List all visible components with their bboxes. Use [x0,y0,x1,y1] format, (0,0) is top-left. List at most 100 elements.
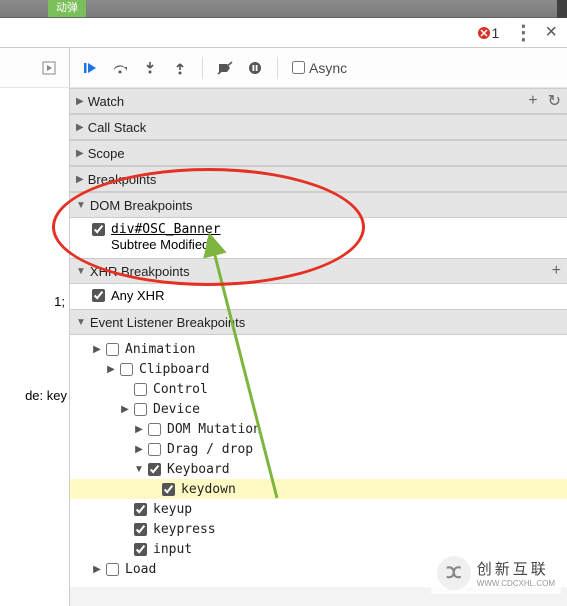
close-icon[interactable]: × [545,21,557,44]
async-label: Async [309,60,347,76]
dom-bp-checkbox[interactable] [92,223,105,236]
event-checkbox[interactable] [134,403,147,416]
error-icon[interactable] [478,27,490,39]
step-over-icon[interactable] [108,56,132,80]
event-checkbox[interactable] [162,483,175,496]
execution-icon[interactable] [37,56,61,80]
chevron-right-icon[interactable]: ▶ [92,564,102,575]
deactivate-breakpoints-icon[interactable] [213,56,237,80]
event-checkbox[interactable] [134,503,147,516]
chevron-right-icon: ▶ [76,122,84,133]
event-checkbox[interactable] [106,343,119,356]
chevron-right-icon[interactable]: ▶ [106,364,116,375]
chevron-down-icon: ▼ [76,200,86,211]
async-checkbox[interactable]: Async [292,60,347,76]
chevron-right-icon: ▶ [76,148,84,159]
event-checkbox[interactable] [106,563,119,576]
event-label: input [153,542,192,557]
event-label: keydown [181,482,236,497]
event-label: Animation [125,342,195,357]
xhr-breakpoints-body: Any XHR [70,284,567,309]
chevron-down-icon[interactable]: ▼ [134,464,144,475]
event-tree-row[interactable]: ▶DOM Mutation [70,419,567,439]
chevron-down-icon: ▼ [76,317,86,328]
section-label: Breakpoints [88,172,157,187]
section-event-listener-breakpoints[interactable]: ▼ Event Listener Breakpoints [70,309,567,335]
watermark: ⵋ 创新互联 WWW.CDCXHL.COM [431,552,561,594]
dom-breakpoints-body: div#OSC_Banner Subtree Modified [70,218,567,258]
watermark-brand: 创新互联 [477,558,555,579]
resume-icon[interactable] [78,56,102,80]
event-tree-row[interactable]: ▶ Clipboard [70,359,567,379]
event-checkbox[interactable] [148,443,161,456]
section-dom-breakpoints[interactable]: ▼ DOM Breakpoints [70,192,567,218]
refresh-icon[interactable]: ↻ [548,91,561,111]
chevron-right-icon: ▶ [76,174,84,185]
plus-icon[interactable]: + [528,92,537,110]
event-tree-row[interactable]: ▶ Device [70,399,567,419]
debugger-toolbar: Async [0,48,567,88]
event-label: keyup [153,502,192,517]
event-label: Load [125,562,156,577]
event-tree-row[interactable]: ▶ Drag / drop [70,439,567,459]
event-label: Keyboard [167,462,230,477]
section-scope[interactable]: ▶ Scope [70,140,567,166]
event-listener-tree: ▶ Animation ▶ Clipboard Control ▶ Device ▶DOM M… [70,335,567,587]
section-label: Event Listener Breakpoints [90,315,245,330]
event-tree-row[interactable]: ▶ Animation [70,339,567,359]
section-xhr-breakpoints[interactable]: ▼ XHR Breakpoints + [70,258,567,284]
event-label: Clipboard [139,362,209,377]
chevron-right-icon[interactable]: ▶ [134,424,144,435]
section-callstack[interactable]: ▶ Call Stack [70,114,567,140]
section-label: Watch [88,94,124,109]
section-breakpoints[interactable]: ▶ Breakpoints [70,166,567,192]
section-label: DOM Breakpoints [90,198,193,213]
devtools-header: 1 ⋮ × [0,18,567,48]
watermark-url: WWW.CDCXHL.COM [477,579,555,588]
event-checkbox[interactable] [134,543,147,556]
debugger-panels: ▶ Watch + ↻ ▶ Call Stack ▶ Scope ▶ Break… [70,88,567,606]
dom-bp-type: Subtree Modified [111,237,559,252]
dom-bp-selector[interactable]: div#OSC_Banner [111,222,221,237]
plus-icon[interactable]: + [552,262,561,280]
code-fragment: de: key [25,388,67,403]
event-checkbox[interactable] [120,363,133,376]
app-titlebar: 动弹 [0,0,567,18]
any-xhr-checkbox[interactable] [92,289,105,302]
section-label: XHR Breakpoints [90,264,190,279]
section-label: Call Stack [88,120,147,135]
step-into-icon[interactable] [138,56,162,80]
watermark-logo-icon: ⵋ [437,556,471,590]
event-checkbox[interactable] [148,423,161,436]
event-checkbox[interactable] [134,383,147,396]
section-label: Scope [88,146,125,161]
source-gutter: 1; de: key [0,88,70,606]
chevron-right-icon: ▶ [76,96,84,107]
event-tree-row[interactable]: keyup [70,499,567,519]
event-tree-row[interactable]: ▼ Keyboard [70,459,567,479]
titlebar-corner [557,0,567,18]
async-checkbox-input[interactable] [292,61,305,74]
chevron-right-icon[interactable]: ▶ [120,404,130,415]
any-xhr-label: Any XHR [111,288,164,303]
chevron-down-icon: ▼ [76,266,86,277]
toolbar-separator [277,57,278,79]
event-tree-row[interactable]: Control [70,379,567,399]
event-label: Control [153,382,208,397]
step-out-icon[interactable] [168,56,192,80]
chevron-right-icon[interactable]: ▶ [134,444,144,455]
section-watch[interactable]: ▶ Watch + ↻ [70,88,567,114]
error-count[interactable]: 1 [492,25,500,41]
event-label: keypress [153,522,216,537]
event-checkbox[interactable] [148,463,161,476]
event-label: Drag / drop [167,442,253,457]
event-checkbox[interactable] [134,523,147,536]
app-tab[interactable]: 动弹 [48,0,86,17]
chevron-right-icon[interactable]: ▶ [92,344,102,355]
event-tree-row[interactable]: keydown [70,479,567,499]
toolbar-separator [202,57,203,79]
kebab-menu-icon[interactable]: ⋮ [513,24,533,42]
event-label: Device [153,402,200,417]
event-tree-row[interactable]: keypress [70,519,567,539]
pause-on-exceptions-icon[interactable] [243,56,267,80]
